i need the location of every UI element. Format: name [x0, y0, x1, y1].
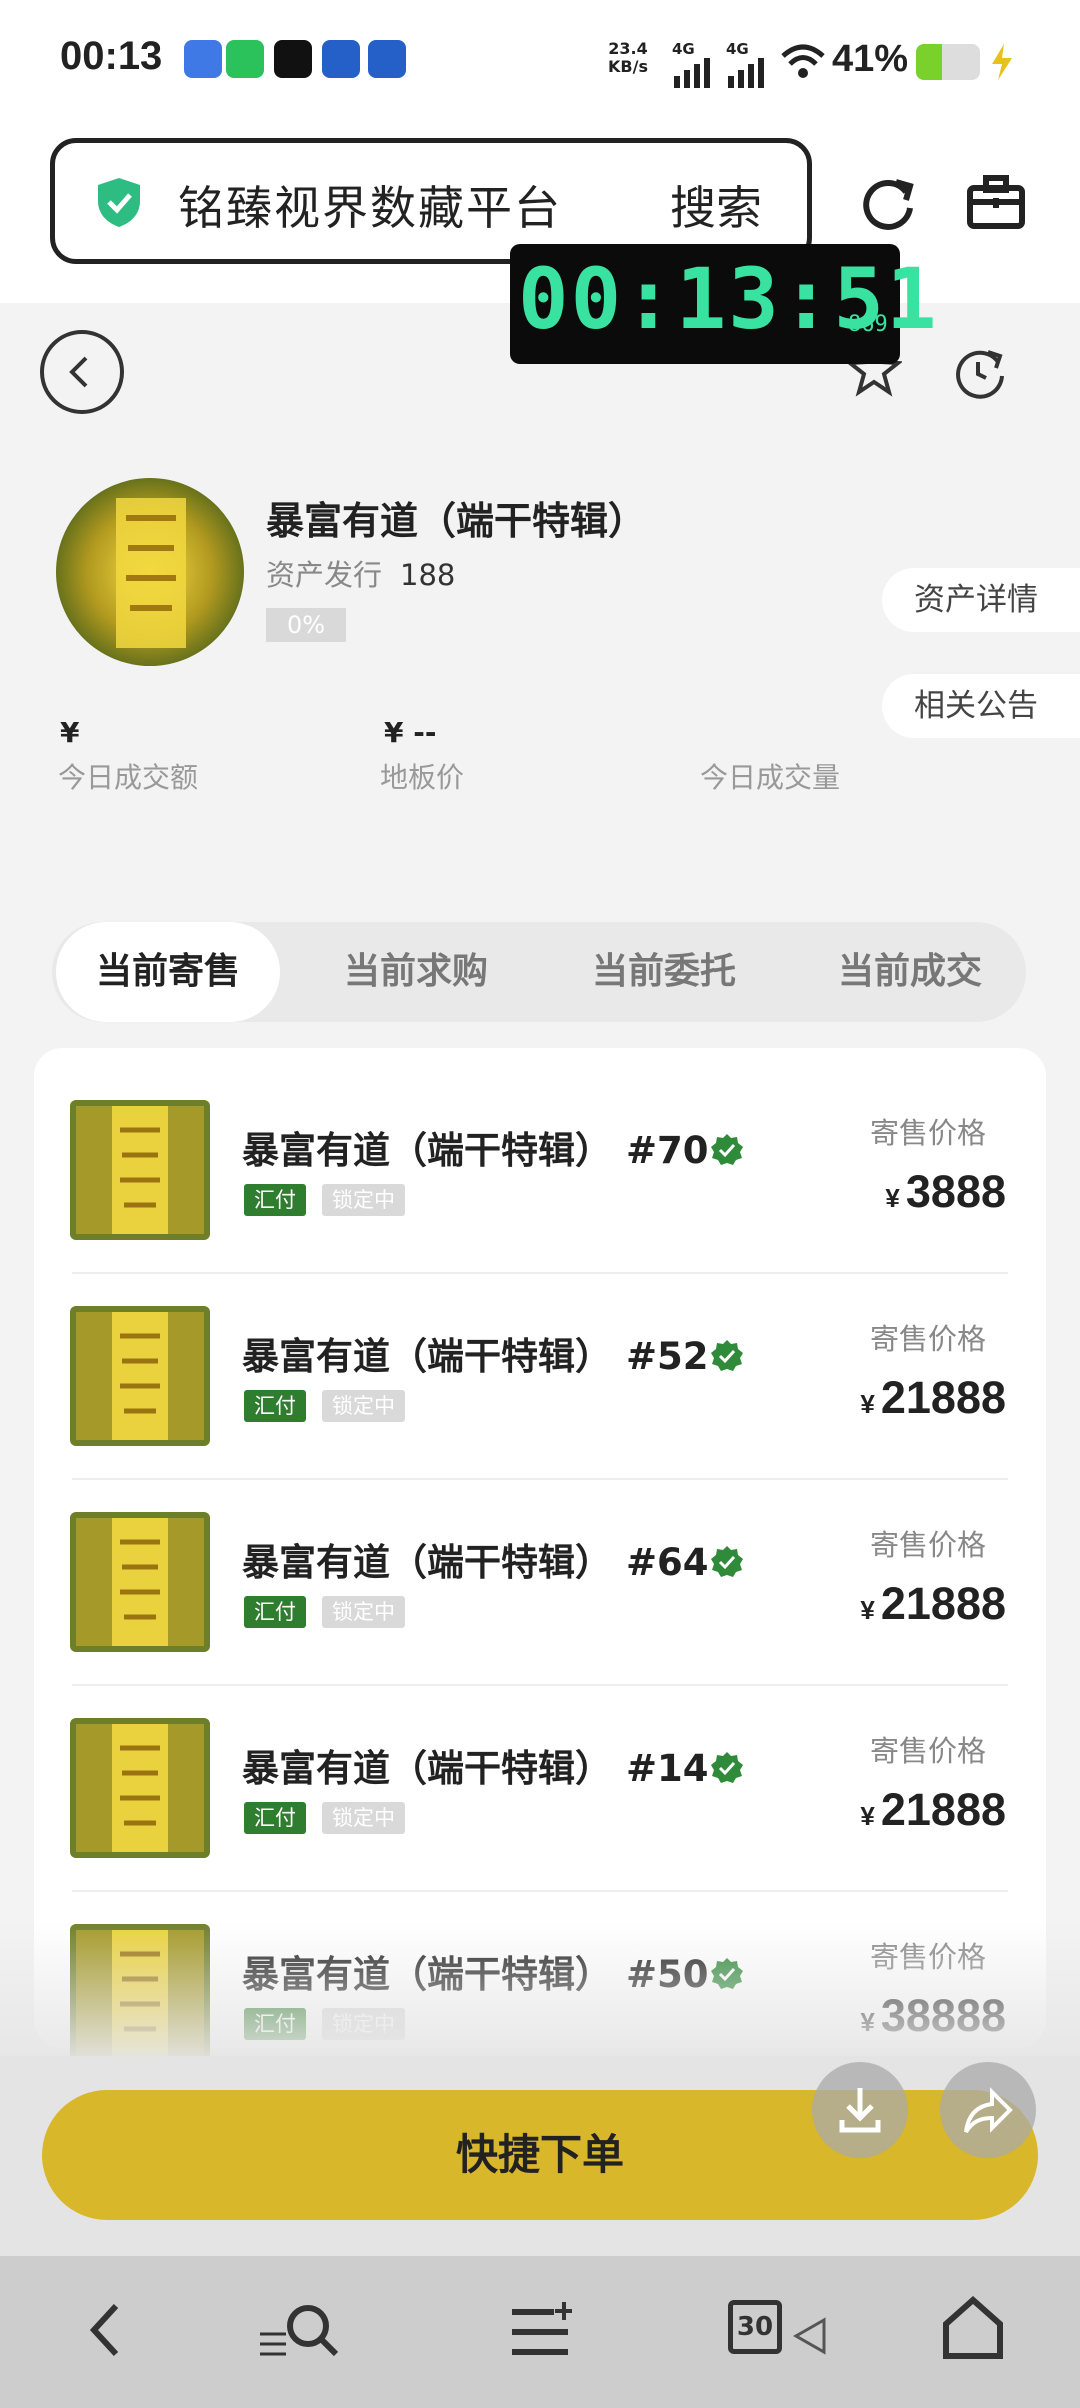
- pay-badge: 汇付: [244, 1184, 306, 1216]
- battery-icon: [916, 44, 980, 80]
- app-icon-2: [368, 40, 406, 78]
- download-icon: [839, 2088, 881, 2133]
- verified-icon: [709, 1335, 745, 1378]
- announcements-button[interactable]: 相关公告: [882, 674, 1080, 738]
- pay-badge: 汇付: [244, 1390, 306, 1422]
- locked-badge: 锁定中: [322, 1184, 405, 1216]
- asset-details-button[interactable]: 资产详情: [882, 568, 1080, 632]
- battery-percent: 41%: [832, 38, 909, 80]
- row-divider: [72, 1890, 1008, 1892]
- share-button[interactable]: [940, 2062, 1036, 2158]
- wifi-icon: [781, 44, 825, 78]
- search-button[interactable]: 搜索: [670, 172, 762, 238]
- pay-badge: 汇付: [244, 1802, 306, 1834]
- progress-badge: 0%: [266, 608, 346, 642]
- item-name[interactable]: 暴富有道（端干特辑） #52: [242, 1326, 745, 1380]
- url-text: 铭臻视界数藏平台: [178, 181, 562, 235]
- item-number: #14: [626, 1747, 709, 1790]
- search-nav-icon[interactable]: [258, 2296, 354, 2366]
- refresh-icon[interactable]: [950, 342, 1010, 402]
- pay-badge: 汇付: [244, 1596, 306, 1628]
- item-thumbnail[interactable]: [70, 1306, 210, 1446]
- chevron-left-icon: [69, 356, 88, 388]
- verified-icon: [709, 1541, 745, 1584]
- stat-value-turnover: ¥: [60, 716, 80, 749]
- item-name[interactable]: 暴富有道（端干特辑） #70: [242, 1120, 745, 1174]
- network-speed: 23.4 KB/s: [608, 39, 648, 76]
- charging-icon: [992, 44, 1012, 80]
- locked-badge: 锁定中: [322, 1596, 405, 1628]
- tabs-count-button[interactable]: 30: [728, 2300, 782, 2354]
- verified-icon: [709, 1747, 745, 1790]
- product-title: 暴富有道（端干特辑）: [266, 499, 647, 543]
- stat-value-floor: ¥ --: [384, 716, 437, 749]
- bottom-fade: [0, 1920, 1080, 2060]
- signal-2-icon: 4G: [726, 40, 764, 88]
- app-icon: [322, 40, 360, 78]
- item-number: #64: [626, 1541, 709, 1584]
- shield-icon: [98, 178, 140, 227]
- clock: 00:13: [60, 34, 163, 78]
- stat-label-volume: 今日成交量: [700, 761, 841, 794]
- back-nav-icon[interactable]: [86, 2300, 126, 2360]
- price-label: 寄售价格: [869, 1734, 986, 1768]
- item-number: #52: [626, 1335, 709, 1378]
- item-thumbnail[interactable]: [70, 1512, 210, 1652]
- timer-ms: 869: [848, 312, 888, 337]
- row-divider: [72, 1478, 1008, 1480]
- item-name[interactable]: 暴富有道（端干特辑） #14: [242, 1738, 745, 1792]
- price-label: 寄售价格: [869, 1528, 986, 1562]
- row-divider: [72, 1684, 1008, 1686]
- tiktok-icon: [274, 40, 312, 78]
- stat-label-turnover: 今日成交额: [58, 761, 199, 794]
- item-thumbnail[interactable]: [70, 1718, 210, 1858]
- back-button[interactable]: [40, 330, 124, 414]
- toolbox-icon[interactable]: [964, 170, 1028, 234]
- download-button[interactable]: [812, 2062, 908, 2158]
- tab-orders[interactable]: 当前委托: [554, 922, 774, 1022]
- issue-info: 资产发行 188: [266, 558, 456, 592]
- stat-label-floor: 地板价: [380, 761, 465, 794]
- tab-purchase[interactable]: 当前求购: [306, 922, 526, 1022]
- item-thumbnail[interactable]: [70, 1100, 210, 1240]
- item-number: #70: [626, 1129, 709, 1172]
- home-nav-icon[interactable]: [942, 2296, 1004, 2360]
- menu-nav-icon[interactable]: [508, 2300, 572, 2364]
- tab-deals[interactable]: 当前成交: [800, 922, 1020, 1022]
- message-app-icon: [184, 40, 222, 78]
- row-divider: [72, 1272, 1008, 1274]
- locked-badge: 锁定中: [322, 1390, 405, 1422]
- share-icon: [964, 2087, 1013, 2134]
- price-label: 寄售价格: [869, 1322, 986, 1356]
- tab-consignment[interactable]: 当前寄售: [56, 922, 280, 1022]
- signal-1-icon: 4G: [672, 40, 710, 88]
- product-avatar: [56, 478, 244, 666]
- item-name[interactable]: 暴富有道（端干特辑） #64: [242, 1532, 745, 1586]
- reload-icon[interactable]: [856, 170, 920, 234]
- recent-icon: [792, 2317, 826, 2355]
- wechat-icon: [226, 40, 264, 78]
- item-price: ¥21888: [860, 1578, 1006, 1629]
- locked-badge: 锁定中: [322, 1802, 405, 1834]
- item-price: ¥21888: [860, 1372, 1006, 1423]
- verified-icon: [709, 1129, 745, 1172]
- price-label: 寄售价格: [869, 1116, 986, 1150]
- item-price: ¥21888: [860, 1784, 1006, 1835]
- item-price: ¥3888: [885, 1166, 1006, 1217]
